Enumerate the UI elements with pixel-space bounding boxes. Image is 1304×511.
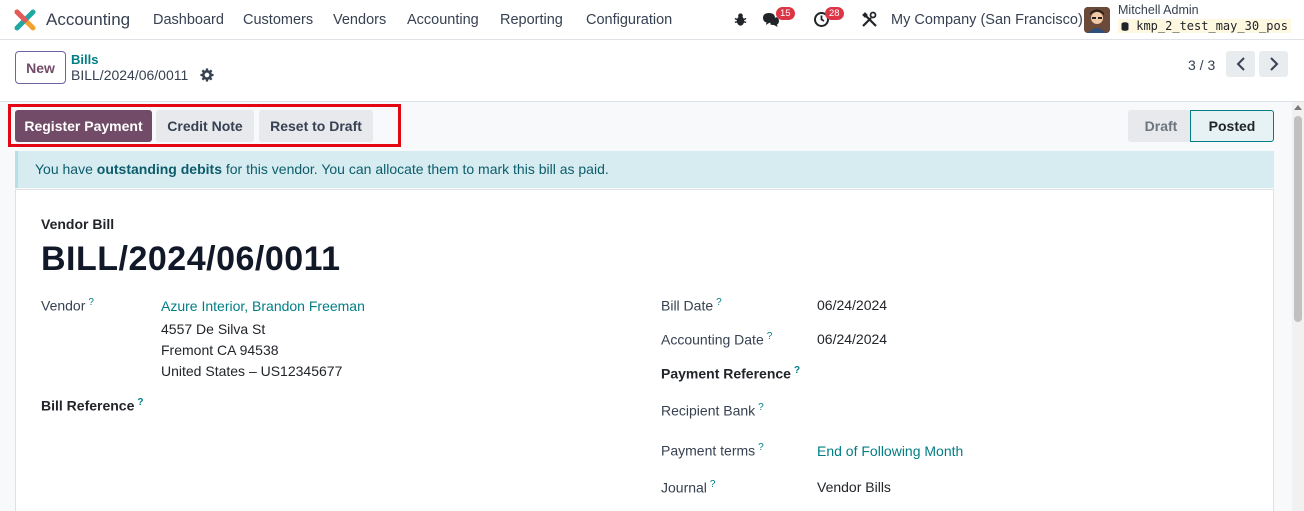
menu-customers[interactable]: Customers: [243, 12, 313, 28]
scroll-up-arrow-icon[interactable]: [1294, 105, 1302, 110]
highlight-box: [8, 104, 401, 147]
outstanding-debits-alert: You have outstanding debits for this ven…: [15, 151, 1274, 188]
journal-label-text: Journal: [661, 479, 707, 496]
journal-label: Journal?: [661, 479, 715, 496]
accounting-date-value[interactable]: 06/24/2024: [817, 331, 887, 347]
vendor-address-country-vat: United States – US12345677: [161, 363, 343, 379]
journal-value[interactable]: Vendor Bills: [817, 479, 891, 495]
recipient-bank-label-text: Recipient Bank: [661, 402, 756, 419]
recipient-bank-label: Recipient Bank?: [661, 402, 764, 419]
status-draft[interactable]: Draft: [1128, 110, 1194, 142]
vendor-label-text: Vendor: [41, 297, 86, 314]
breadcrumb-bills[interactable]: Bills: [71, 52, 98, 67]
payment-terms-link[interactable]: End of Following Month: [817, 443, 963, 459]
bill-reference-input[interactable]: [161, 394, 611, 416]
alert-prefix: You have: [35, 161, 97, 177]
status-posted[interactable]: Posted: [1190, 110, 1274, 142]
breadcrumb-current-record: BILL/2024/06/0011: [71, 67, 189, 83]
vendor-address-street: 4557 De Silva St: [161, 321, 266, 337]
bill-date-label: Bill Date?: [661, 297, 722, 314]
company-switcher[interactable]: My Company (San Francisco): [891, 12, 1083, 28]
user-avatar[interactable]: [1084, 7, 1110, 33]
pager-value[interactable]: 3 / 3: [1188, 57, 1215, 73]
page-scrollbar[interactable]: [1292, 102, 1304, 511]
alert-bold-text: outstanding debits: [96, 161, 222, 177]
bill-date-label-text: Bill Date: [661, 297, 714, 314]
vendor-link[interactable]: Azure Interior, Brandon Freeman: [161, 298, 365, 314]
bill-reference-label-text: Bill Reference: [41, 397, 135, 414]
action-bar: Register Payment Credit Note Reset to Dr…: [0, 102, 1290, 150]
payment-reference-help-icon[interactable]: ?: [794, 365, 800, 376]
payment-reference-label-text: Payment Reference: [661, 365, 791, 382]
payment-reference-input[interactable]: [817, 362, 1247, 384]
database-name-text: kmp_2_test_may_30_pos: [1136, 19, 1288, 33]
menu-reporting[interactable]: Reporting: [500, 12, 563, 28]
control-panel: New Bills BILL/2024/06/0011 3 / 3: [0, 40, 1304, 102]
scrollbar-thumb[interactable]: [1294, 116, 1302, 322]
database-icon: [1121, 22, 1129, 31]
bill-number-title: BILL/2024/06/0011: [41, 240, 341, 278]
accounting-date-label: Accounting Date?: [661, 331, 772, 348]
form-sheet: Vendor Bill BILL/2024/06/0011 Vendor? Az…: [15, 189, 1274, 511]
activities-badge: 28: [825, 7, 844, 20]
document-type-label: Vendor Bill: [41, 216, 115, 232]
app-name[interactable]: Accounting: [46, 10, 130, 30]
tools-icon[interactable]: [861, 11, 878, 28]
database-name: kmp_2_test_may_30_pos: [1118, 19, 1291, 33]
top-navbar: Accounting Dashboard Customers Vendors A…: [0, 0, 1304, 40]
accounting-date-help-icon[interactable]: ?: [767, 331, 773, 342]
recipient-bank-input[interactable]: [817, 399, 1247, 421]
menu-configuration[interactable]: Configuration: [586, 12, 672, 28]
vendor-label: Vendor?: [41, 297, 94, 314]
menu-dashboard[interactable]: Dashboard: [153, 12, 224, 28]
bill-date-value[interactable]: 06/24/2024: [817, 297, 887, 313]
vendor-help-icon[interactable]: ?: [88, 297, 94, 308]
payment-terms-label: Payment terms?: [661, 442, 764, 459]
payment-terms-help-icon[interactable]: ?: [758, 442, 764, 453]
payment-terms-label-text: Payment terms: [661, 442, 756, 459]
bill-date-help-icon[interactable]: ?: [716, 297, 722, 308]
user-avatar-icon: [1084, 7, 1110, 33]
chevron-left-icon: [1236, 57, 1245, 71]
debug-bug-icon[interactable]: [733, 12, 748, 27]
gear-icon[interactable]: [200, 68, 214, 82]
journal-help-icon[interactable]: ?: [710, 479, 716, 490]
menu-accounting[interactable]: Accounting: [407, 12, 479, 28]
recipient-bank-help-icon[interactable]: ?: [758, 402, 764, 413]
bill-reference-label: Bill Reference?: [41, 397, 143, 414]
messages-badge: 15: [776, 7, 795, 20]
bill-reference-help-icon[interactable]: ?: [137, 397, 143, 408]
pager-previous-button[interactable]: [1226, 51, 1255, 77]
menu-vendors[interactable]: Vendors: [333, 12, 386, 28]
chevron-right-icon: [1269, 57, 1278, 71]
pager-next-button[interactable]: [1259, 51, 1288, 77]
accounting-date-label-text: Accounting Date: [661, 331, 764, 348]
vendor-address-city: Fremont CA 94538: [161, 342, 279, 358]
payment-reference-label: Payment Reference?: [661, 365, 800, 382]
accounting-app-icon[interactable]: [14, 9, 36, 31]
new-button[interactable]: New: [15, 51, 66, 84]
user-name[interactable]: Mitchell Admin: [1118, 3, 1199, 17]
alert-suffix: for this vendor. You can allocate them t…: [221, 161, 609, 177]
